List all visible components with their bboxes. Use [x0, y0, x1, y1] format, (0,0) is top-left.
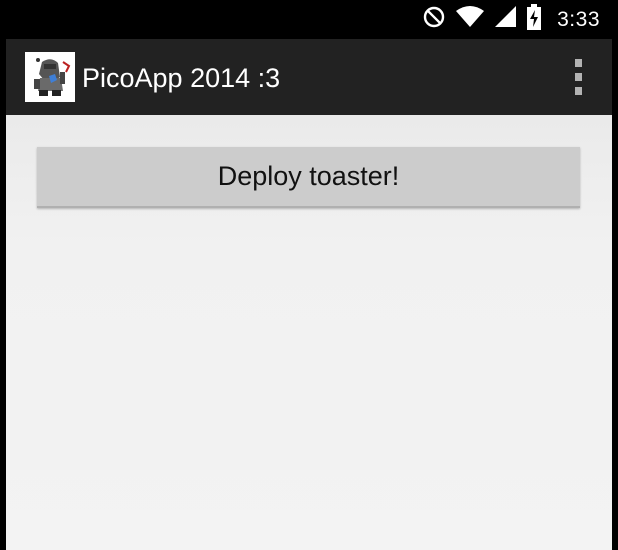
cell-signal-icon: [495, 6, 517, 33]
wifi-icon: [455, 6, 485, 33]
action-bar: PicoApp 2014 :3: [6, 39, 612, 115]
status-icons: 3:33: [423, 0, 600, 39]
battery-charging-icon: [527, 4, 542, 35]
app-title: PicoApp 2014 :3: [82, 63, 281, 93]
robot-mascot-icon[interactable]: [25, 52, 75, 102]
menu-dot: [574, 73, 582, 81]
menu-dot: [574, 87, 582, 95]
status-time: 3:33: [557, 7, 600, 31]
main-content: Deploy toaster!: [6, 115, 612, 550]
deploy-toaster-button[interactable]: Deploy toaster!: [37, 147, 580, 208]
overflow-menu-icon[interactable]: [572, 59, 584, 95]
app-window: PicoApp 2014 :3 Deploy toaster!: [6, 39, 612, 550]
menu-dot: [574, 59, 582, 67]
do-not-disturb-icon: [423, 6, 445, 33]
status-bar: 3:33: [0, 0, 618, 39]
